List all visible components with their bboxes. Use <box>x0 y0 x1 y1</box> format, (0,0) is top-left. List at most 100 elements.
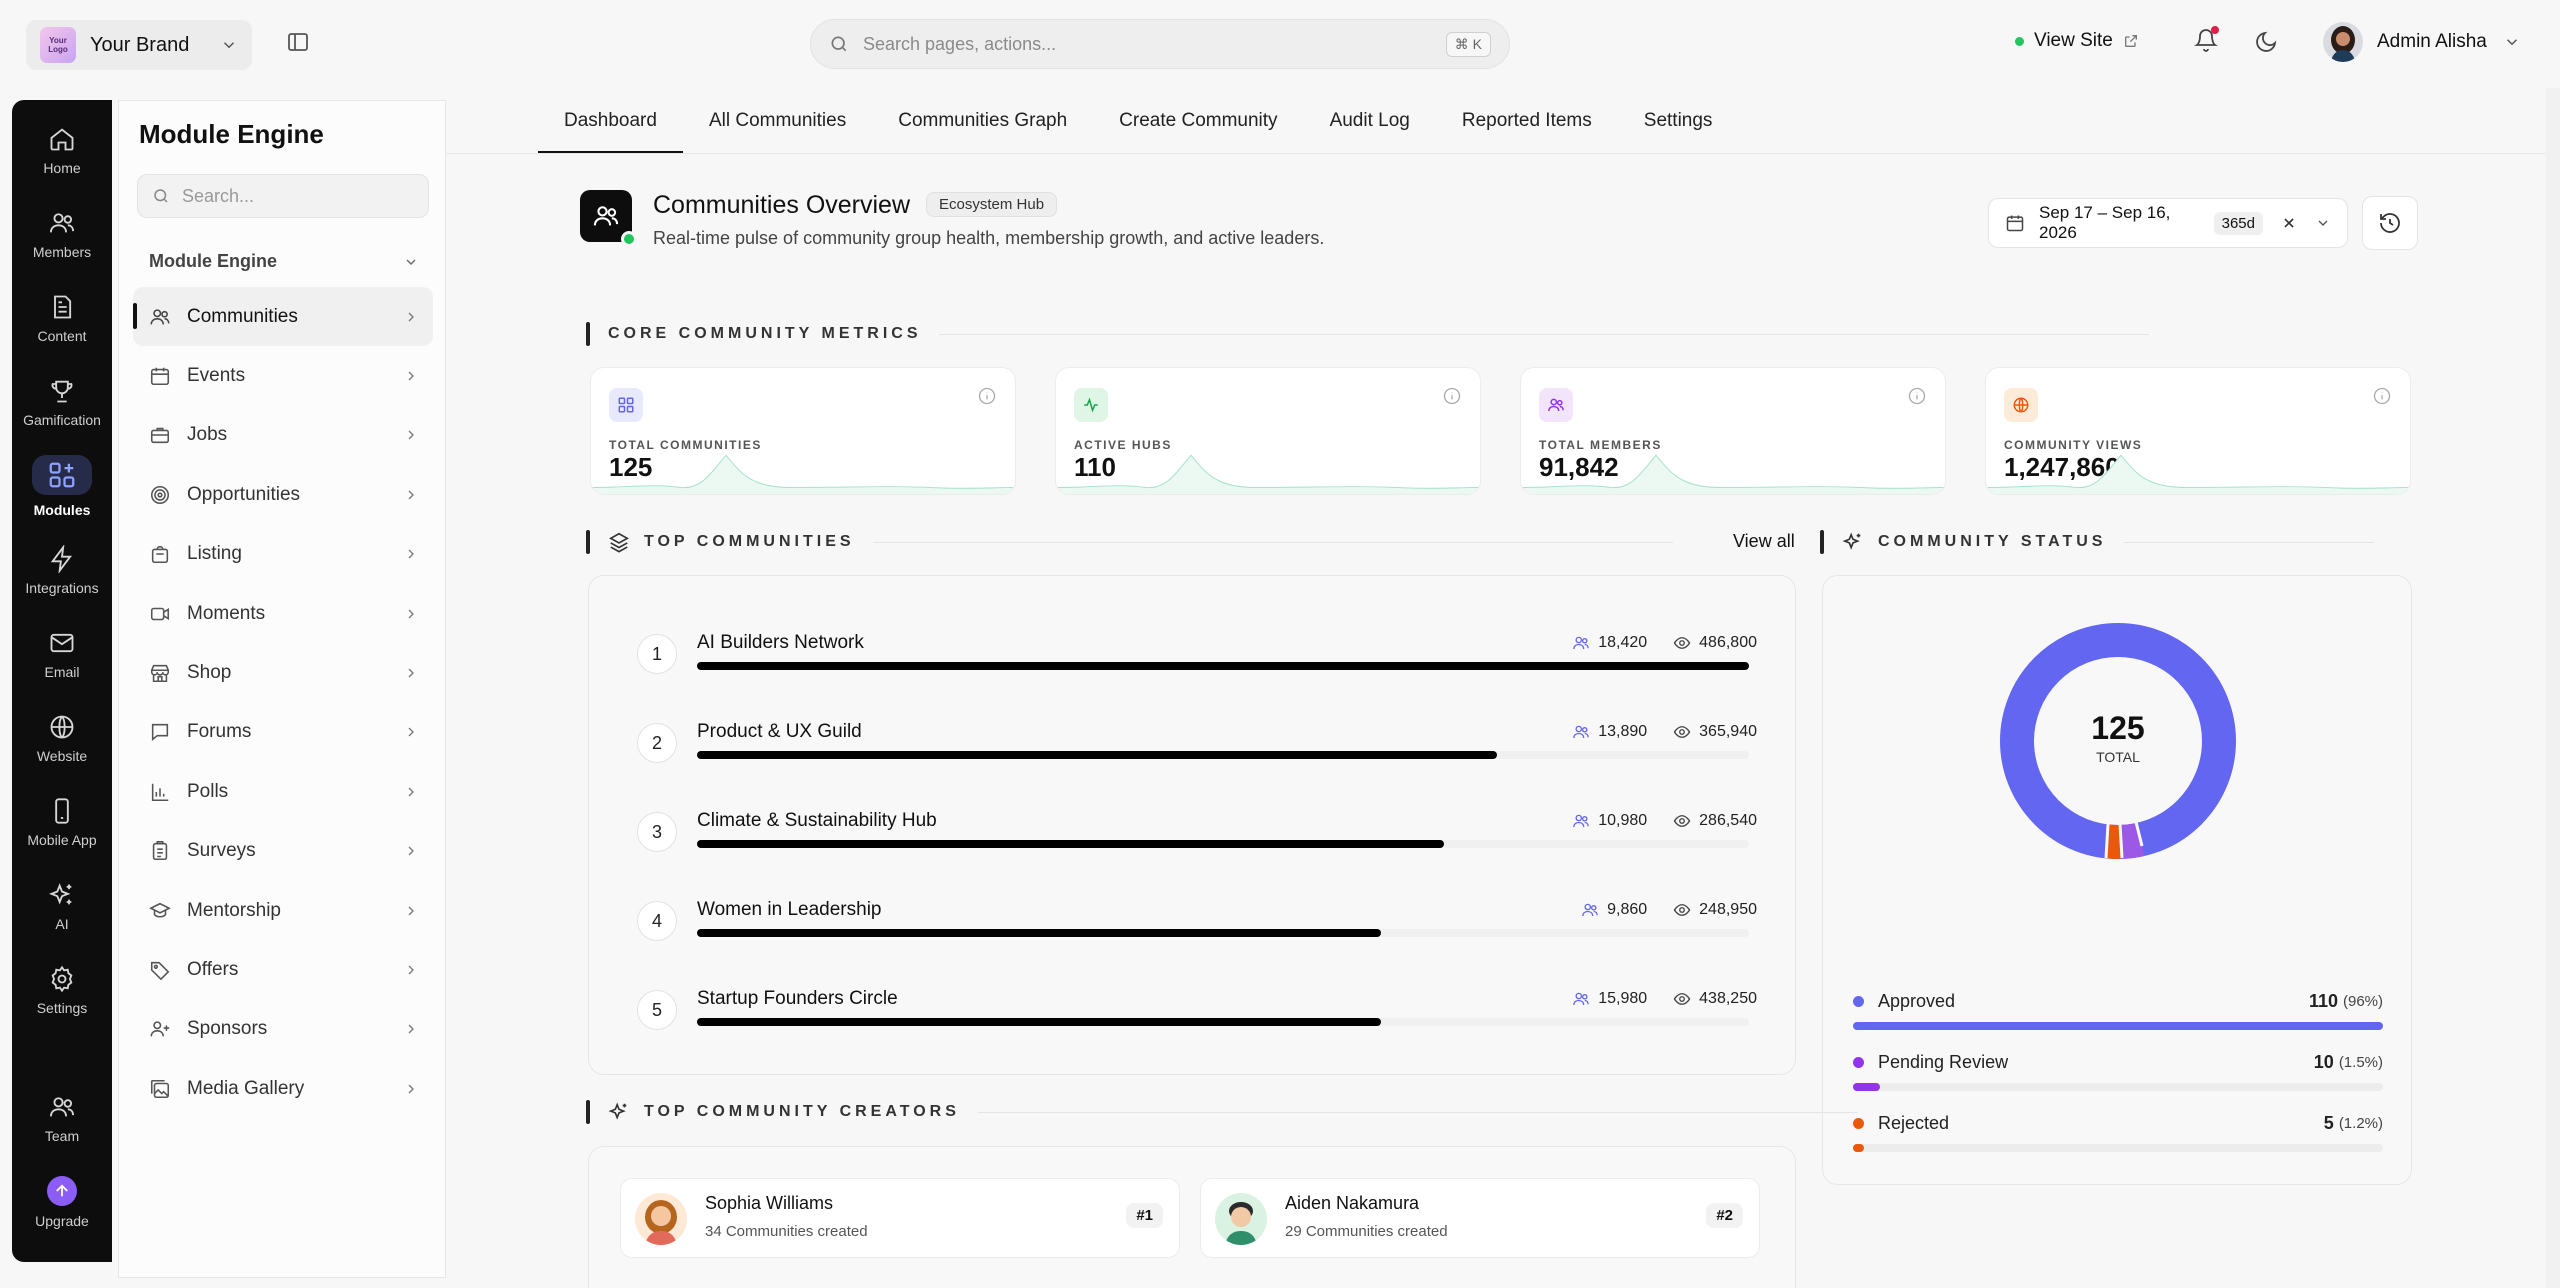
community-row[interactable]: 5 Startup Founders Circle 15,980 438,250 <box>637 978 1757 1058</box>
members-stat: 10,980 <box>1572 812 1647 830</box>
sparkline <box>1986 454 2410 494</box>
rail-item-team[interactable]: Team <box>12 1078 112 1158</box>
donut-total-label: TOTAL <box>2096 749 2140 765</box>
info-icon[interactable] <box>1907 386 1927 406</box>
members-count: 18,420 <box>1598 634 1648 651</box>
creator-subtitle: 34 Communities created <box>705 1223 868 1240</box>
views-count: 486,800 <box>1699 634 1757 651</box>
clear-date-icon[interactable] <box>2281 215 2297 231</box>
community-row[interactable]: 4 Women in Leadership 9,860 248,950 <box>637 889 1757 969</box>
view-site-link[interactable]: View Site <box>2015 30 2139 52</box>
external-link-icon <box>2123 33 2139 49</box>
tab-create-community[interactable]: Create Community <box>1093 100 1303 154</box>
rail-label: AI <box>55 915 69 932</box>
rail-item-email[interactable]: Email <box>12 614 112 694</box>
legend-dot <box>1853 1057 1864 1068</box>
sidebar-toggle-icon[interactable] <box>286 30 310 54</box>
rail-item-home[interactable]: Home <box>12 110 112 190</box>
module-item-communities[interactable]: Communities <box>133 287 433 347</box>
module-item-mentorship[interactable]: Mentorship <box>133 881 433 940</box>
rail-item-mobile-app[interactable]: Mobile App <box>12 782 112 862</box>
info-icon[interactable] <box>1442 386 1462 406</box>
community-name: AI Builders Network <box>697 632 864 653</box>
module-item-jobs[interactable]: Jobs <box>133 406 433 465</box>
module-item-label: Jobs <box>187 424 228 446</box>
metric-card-active-hubs[interactable]: ACTIVE HUBS 110 <box>1055 367 1481 495</box>
page-scrollbar[interactable] <box>2546 88 2560 1288</box>
tab-audit-log[interactable]: Audit Log <box>1304 100 1436 154</box>
progress-fill <box>697 751 1497 759</box>
legend-row: Pending Review 10 (1.5%) <box>1853 1052 2383 1073</box>
module-item-events[interactable]: Events <box>133 346 433 405</box>
community-row[interactable]: 1 AI Builders Network 18,420 486,800 <box>637 622 1757 702</box>
module-panel-title: Module Engine <box>139 119 324 149</box>
module-item-listing[interactable]: Listing <box>133 525 433 584</box>
chevron-right-icon <box>403 724 419 740</box>
info-icon[interactable] <box>2372 386 2392 406</box>
sparkles-icon <box>608 1101 630 1123</box>
date-range-picker[interactable]: Sep 17 – Sep 16, 2026 365d <box>1988 198 2348 248</box>
module-section-toggle[interactable]: Module Engine <box>149 251 419 272</box>
community-stats: 13,890 365,940 <box>1572 723 1757 741</box>
info-icon[interactable] <box>977 386 997 406</box>
views-count: 248,950 <box>1699 901 1757 918</box>
brand-switcher[interactable]: Your Logo Your Brand <box>26 20 252 70</box>
members-stat: 9,860 <box>1581 901 1647 919</box>
sparkles-icon <box>1842 531 1864 553</box>
creator-card[interactable]: Aiden Nakamura 29 Communities created #2 <box>1200 1178 1760 1258</box>
rail-item-website[interactable]: Website <box>12 698 112 778</box>
tab-reported-items[interactable]: Reported Items <box>1436 100 1618 154</box>
module-item-polls[interactable]: Polls <box>133 762 433 821</box>
members-count: 9,860 <box>1607 901 1648 918</box>
community-name: Climate & Sustainability Hub <box>697 810 937 831</box>
status-rejected: Rejected 5 (1.2%) <box>1853 1113 2383 1152</box>
target-icon <box>149 484 171 506</box>
mail-icon <box>48 629 76 657</box>
view-all-link[interactable]: View all <box>1733 531 1795 552</box>
rail-item-upgrade[interactable]: Upgrade <box>12 1162 112 1242</box>
refresh-button[interactable] <box>2362 196 2418 250</box>
legend-fill <box>1853 1083 1880 1091</box>
creator-avatar <box>1215 1193 1267 1245</box>
metric-card-community-views[interactable]: COMMUNITY VIEWS 1,247,860 <box>1985 367 2411 495</box>
creator-card[interactable]: Sophia Williams 34 Communities created #… <box>620 1178 1180 1258</box>
rail-label: Upgrade <box>35 1212 89 1229</box>
module-search-placeholder: Search... <box>182 185 255 206</box>
store-icon <box>149 662 171 684</box>
metric-card-total-members[interactable]: TOTAL MEMBERS 91,842 <box>1520 367 1946 495</box>
module-item-shop[interactable]: Shop <box>133 643 433 702</box>
module-item-sponsors[interactable]: Sponsors <box>133 1000 433 1059</box>
tab-settings[interactable]: Settings <box>1618 100 1739 154</box>
dark-mode-moon-icon[interactable] <box>2254 30 2278 54</box>
notifications-bell-icon[interactable] <box>2194 26 2219 52</box>
module-item-label: Opportunities <box>187 483 301 505</box>
rail-item-settings[interactable]: Settings <box>12 950 112 1030</box>
module-search-input[interactable]: Search... <box>137 174 429 218</box>
rail-item-gamification[interactable]: Gamification <box>12 362 112 442</box>
globe-icon <box>48 713 76 741</box>
rail-item-content[interactable]: Content <box>12 278 112 358</box>
global-search[interactable]: Search pages, actions... ⌘ K <box>810 19 1510 69</box>
rail-item-integrations[interactable]: Integrations <box>12 530 112 610</box>
rail-item-ai[interactable]: AI <box>12 866 112 946</box>
tab-dashboard[interactable]: Dashboard <box>538 100 683 154</box>
rail-item-modules[interactable]: Modules <box>12 446 112 526</box>
chevron-right-icon <box>403 903 419 919</box>
module-item-moments[interactable]: Moments <box>133 584 433 643</box>
module-item-opportunities[interactable]: Opportunities <box>133 465 433 524</box>
rail-label: Mobile App <box>27 831 97 848</box>
rail-item-members[interactable]: Members <box>12 194 112 274</box>
community-row[interactable]: 3 Climate & Sustainability Hub 10,980 28… <box>637 800 1757 880</box>
user-menu[interactable]: Admin Alisha <box>2323 22 2521 62</box>
community-row[interactable]: 2 Product & UX Guild 13,890 365,940 <box>637 711 1757 791</box>
tab-all-communities[interactable]: All Communities <box>683 100 872 154</box>
tab-communities-graph[interactable]: Communities Graph <box>872 100 1093 154</box>
module-item-media-gallery[interactable]: Media Gallery <box>133 1059 433 1118</box>
progress-fill <box>697 929 1381 937</box>
module-item-offers[interactable]: Offers <box>133 940 433 999</box>
module-item-forums[interactable]: Forums <box>133 703 433 762</box>
metric-card-total-communities[interactable]: TOTAL COMMUNITIES 125 <box>590 367 1016 495</box>
chevron-down-icon[interactable] <box>2315 215 2331 231</box>
module-item-surveys[interactable]: Surveys <box>133 822 433 881</box>
progress-track <box>697 1018 1749 1026</box>
